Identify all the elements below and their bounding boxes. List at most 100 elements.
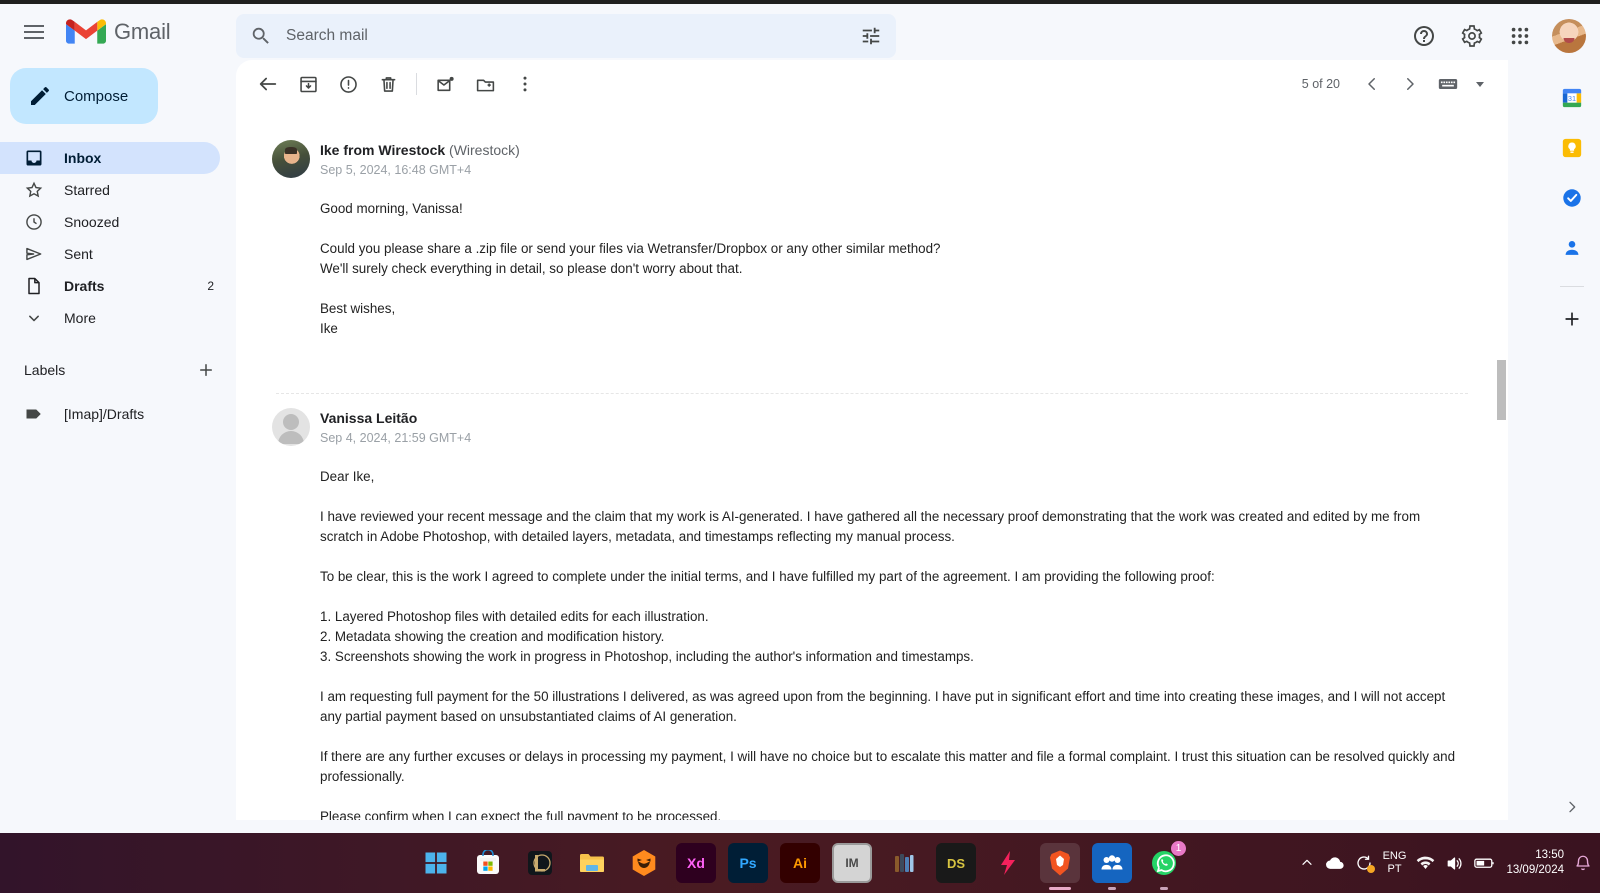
chevron-up-icon[interactable] (1299, 855, 1315, 871)
meeting-app-icon[interactable] (1092, 843, 1132, 890)
labels-header: Labels (0, 350, 220, 390)
search-icon (252, 27, 269, 44)
message-paragraph: Could you please share a .zip file or se… (320, 239, 1464, 279)
sidebar-label-text: [Imap]/Drafts (64, 406, 145, 422)
send-icon (24, 244, 44, 264)
volume-icon[interactable] (1445, 855, 1464, 872)
delete-button[interactable] (368, 64, 408, 104)
league-of-legends-icon[interactable] (520, 843, 560, 883)
move-to-button[interactable] (465, 64, 505, 104)
cloud-icon[interactable] (1325, 855, 1345, 871)
system-tray: ENG PT 13:50 13/09/2024 (1299, 833, 1592, 893)
account-avatar[interactable] (1552, 19, 1586, 53)
mark-unread-button[interactable] (425, 64, 465, 104)
language-secondary: PT (1387, 863, 1402, 875)
keyboard-icon (1438, 79, 1458, 89)
google-keep-icon[interactable] (1552, 128, 1592, 168)
back-to-inbox-button[interactable] (248, 64, 288, 104)
scrollbar[interactable] (1494, 108, 1508, 820)
plus-icon (200, 364, 212, 376)
gmail-logo-icon (66, 19, 106, 44)
whatsapp-icon[interactable]: 1 (1144, 841, 1186, 890)
sync-icon[interactable] (1355, 854, 1375, 873)
google-apps-grid-icon[interactable] (1498, 14, 1542, 58)
microsoft-store-icon[interactable] (468, 843, 508, 883)
chevron-down-icon (24, 308, 44, 328)
google-calendar-icon[interactable]: 31 (1552, 78, 1592, 118)
adobe-xd-icon[interactable]: Xd (676, 843, 716, 883)
active-indicator (1108, 887, 1116, 890)
sidebar-item-starred[interactable]: Starred (0, 174, 220, 206)
draft-icon (24, 276, 44, 296)
add-label-button[interactable] (192, 356, 220, 384)
compose-button[interactable]: Compose (10, 68, 158, 124)
report-spam-button[interactable] (328, 64, 368, 104)
sidebar-item-label: Inbox (64, 150, 102, 166)
message-paragraph: To be clear, this is the work I agreed t… (320, 569, 1215, 584)
books-library-icon[interactable] (884, 843, 924, 883)
wifi-icon[interactable] (1416, 855, 1435, 871)
search-input[interactable] (286, 27, 860, 45)
google-contacts-icon[interactable] (1552, 228, 1592, 268)
add-addon-button[interactable] (1552, 299, 1592, 339)
previous-message-button[interactable] (1354, 66, 1390, 102)
windows-start-button[interactable] (416, 843, 456, 883)
search-bar[interactable] (236, 14, 896, 58)
chevron-left-icon (1368, 78, 1375, 90)
pencil-icon (31, 86, 50, 105)
support-icon[interactable] (1402, 14, 1446, 58)
gmail-brand[interactable]: Gmail (66, 17, 171, 47)
adobe-photoshop-icon[interactable]: Ps (728, 843, 768, 883)
adobe-illustrator-glyph: Ai (793, 855, 807, 871)
compose-label: Compose (64, 87, 129, 105)
scrollbar-thumb[interactable] (1497, 360, 1506, 420)
more-options-button[interactable] (505, 64, 545, 104)
sender-name: Ike from Wirestock (320, 142, 446, 158)
bell-icon[interactable] (1574, 853, 1592, 873)
archive-icon (299, 76, 317, 92)
archive-button[interactable] (288, 64, 328, 104)
message-header: Vanissa Leitão Sep 4, 2024, 21:59 GMT+4 (272, 394, 1464, 446)
chevron-right-icon (1569, 801, 1576, 813)
sidebar-item-count: 2 (207, 279, 214, 293)
sidebar-item-sent[interactable]: Sent (0, 238, 220, 270)
message-paragraph: Please confirm when I can expect the ful… (320, 809, 722, 820)
language-primary: ENG (1382, 850, 1407, 862)
battery-icon[interactable] (1474, 856, 1496, 870)
next-message-button[interactable] (1392, 66, 1428, 102)
lightning-app-icon[interactable] (988, 843, 1028, 883)
message-paragraph: Dear Ike, (320, 467, 1464, 487)
header-actions (1402, 14, 1586, 58)
input-tools-dropdown[interactable] (1468, 66, 1492, 102)
expand-side-panel-button[interactable] (1554, 789, 1590, 825)
active-indicator (1160, 887, 1168, 890)
thread-scroll-area[interactable]: Ike from Wirestock (Wirestock) Sep 5, 20… (236, 108, 1508, 820)
message-line: 3. Screenshots showing the work in progr… (320, 649, 974, 664)
pagination-controls: 5 of 20 (1302, 60, 1492, 108)
adobe-photoshop-glyph: Ps (739, 855, 757, 871)
sidebar-item-inbox[interactable]: Inbox (0, 142, 220, 174)
clock[interactable]: 13:50 13/09/2024 (1506, 848, 1564, 878)
wirestock-icon[interactable] (624, 843, 664, 883)
google-tasks-icon[interactable] (1552, 178, 1592, 218)
adobe-indesign-icon[interactable]: IM (832, 843, 872, 883)
brave-browser-icon[interactable] (1040, 843, 1080, 890)
hamburger-menu-icon[interactable] (10, 8, 58, 56)
search-options-icon[interactable] (860, 25, 882, 47)
file-explorer-icon[interactable] (572, 843, 612, 883)
designer-icon[interactable]: DS (936, 843, 976, 883)
toolbar-divider (416, 73, 417, 95)
message-paragraph: 1. Layered Photoshop files with detailed… (320, 607, 1464, 667)
sidebar-item-more[interactable]: More (0, 302, 220, 334)
sidebar-label-imap-drafts[interactable]: [Imap]/Drafts (0, 398, 220, 430)
adobe-illustrator-icon[interactable]: Ai (780, 843, 820, 883)
settings-gear-icon[interactable] (1450, 14, 1494, 58)
adobe-indesign-glyph: IM (845, 856, 859, 870)
clock-time: 13:50 (1535, 849, 1564, 861)
sidebar-item-drafts[interactable]: Drafts 2 (0, 270, 220, 302)
arrow-left-icon (259, 77, 277, 91)
language-indicator[interactable]: ENG PT (1383, 850, 1407, 876)
input-tools-button[interactable] (1430, 66, 1466, 102)
adobe-xd-glyph: Xd (687, 855, 705, 871)
sidebar-item-snoozed[interactable]: Snoozed (0, 206, 220, 238)
